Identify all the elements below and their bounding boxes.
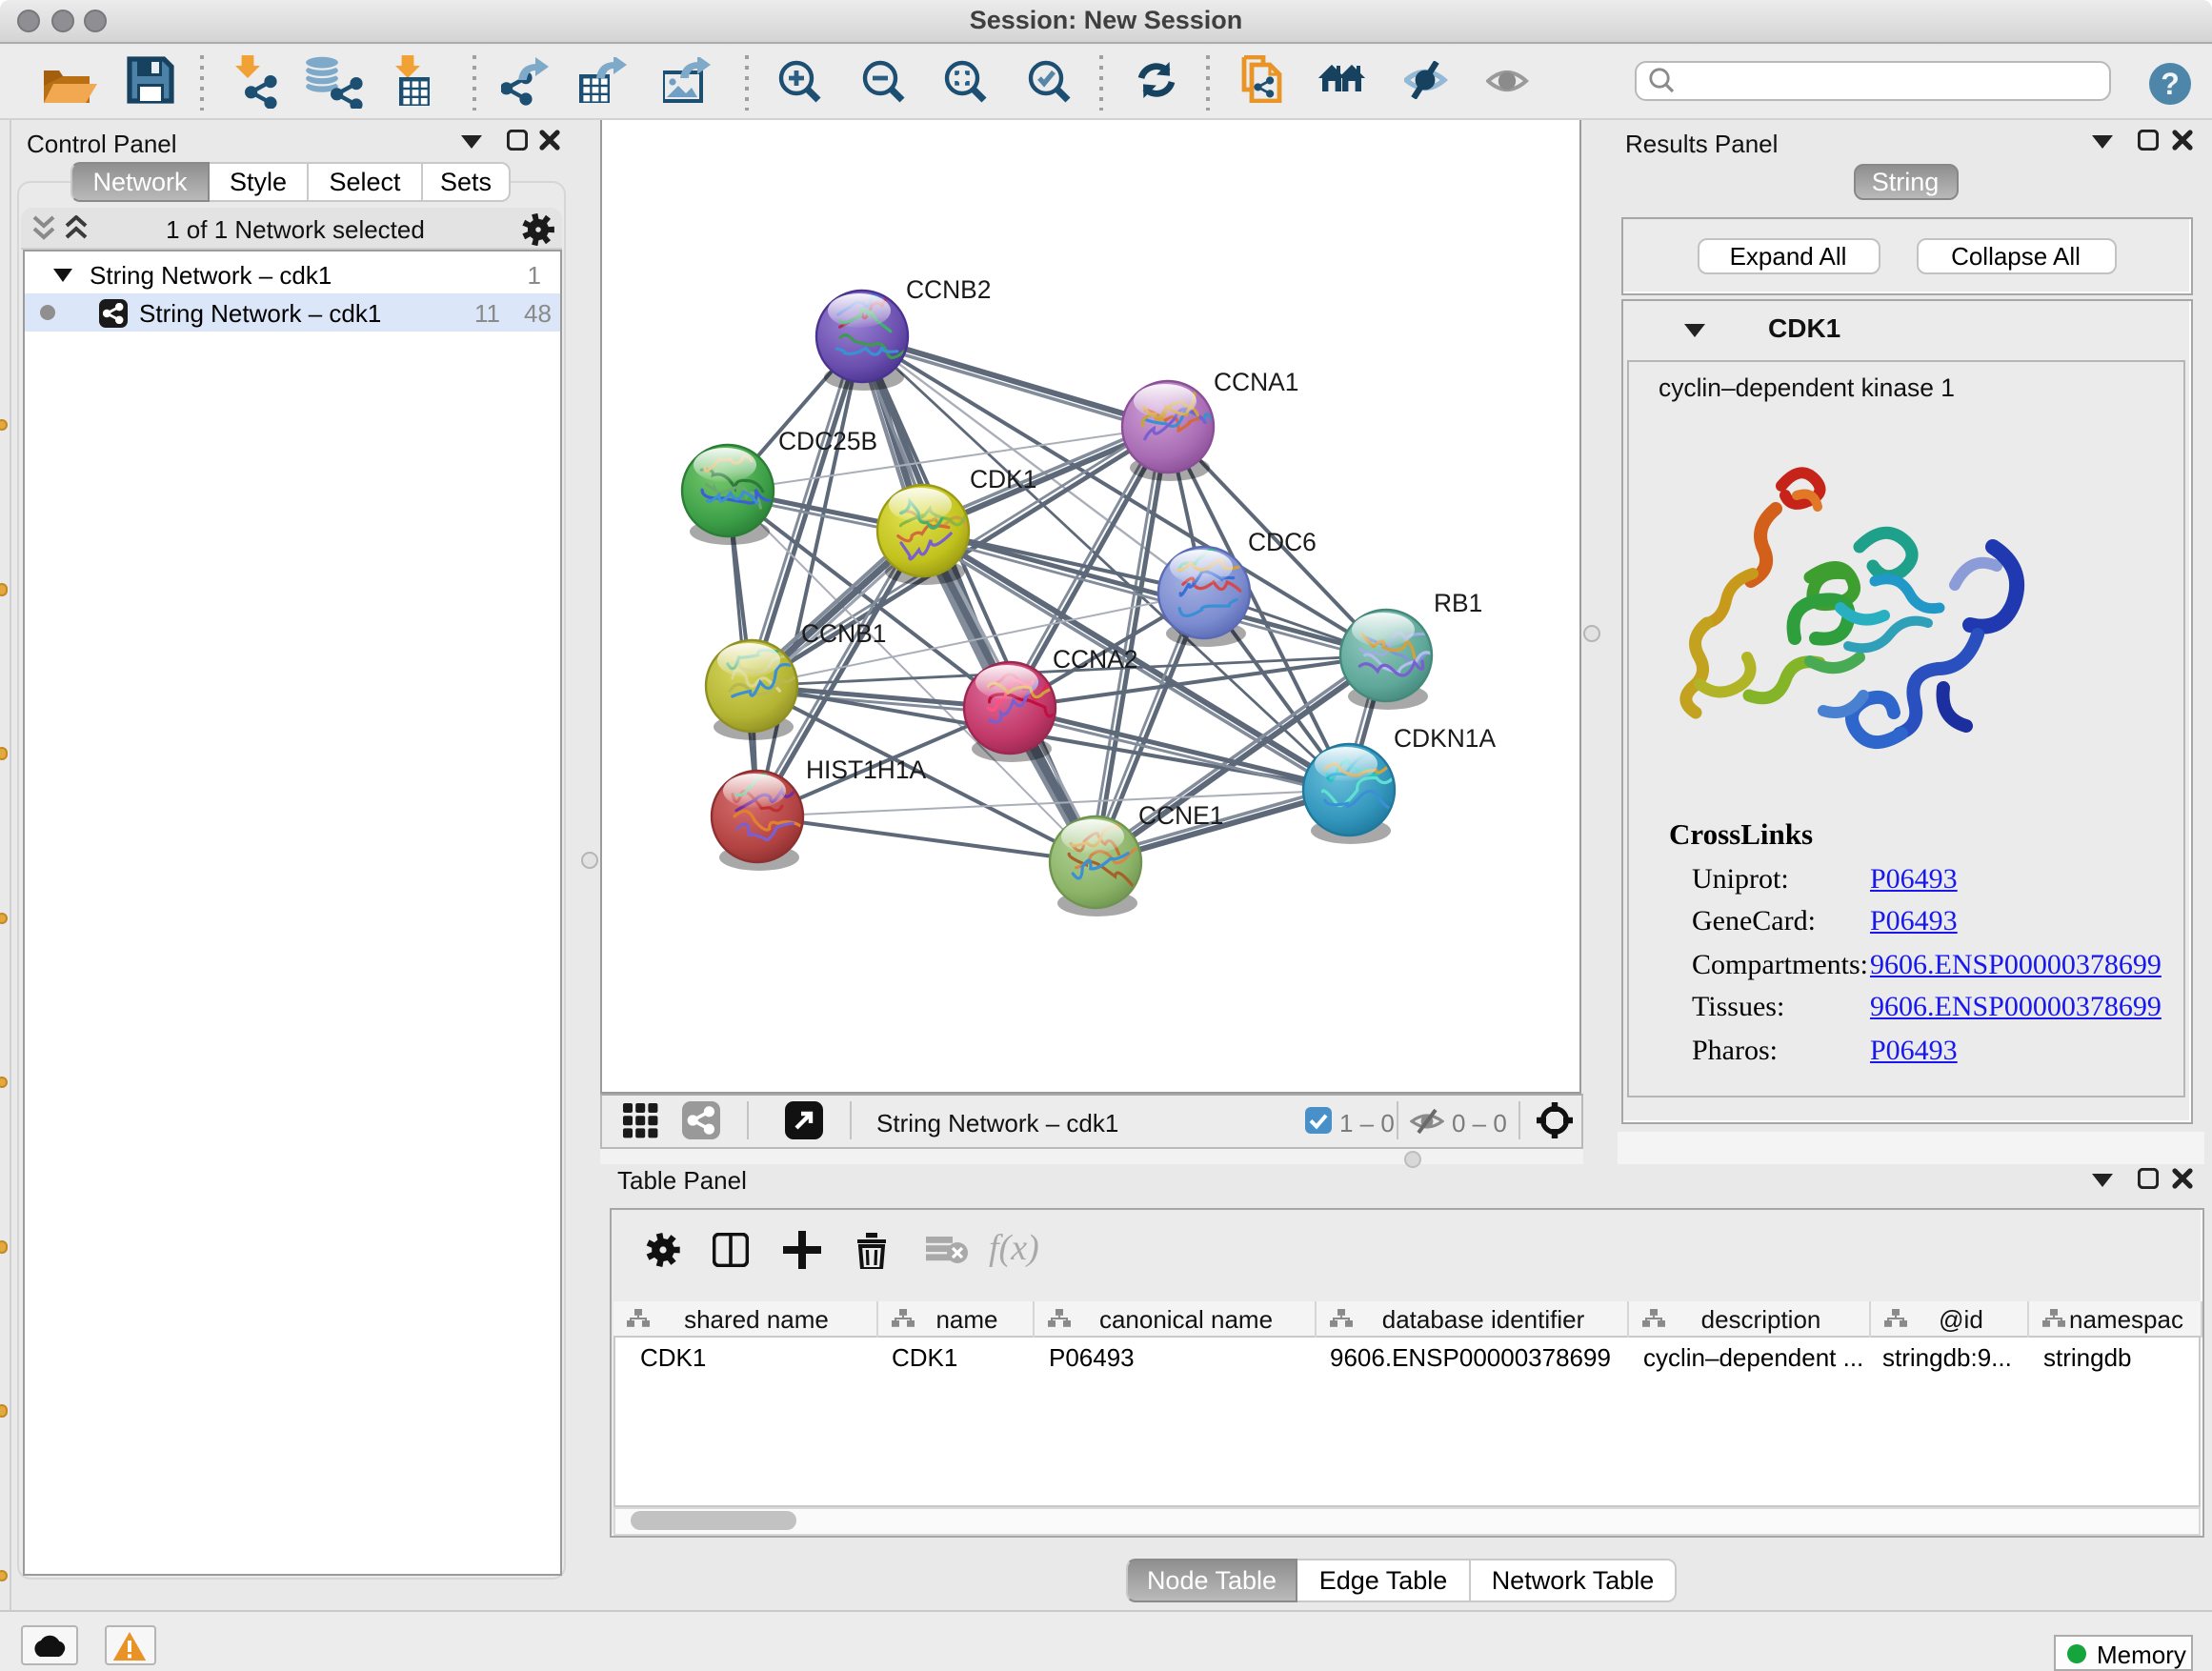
svg-text:CCNB2: CCNB2 <box>905 274 990 303</box>
svg-text:CDK1: CDK1 <box>969 464 1036 493</box>
svg-text:HIST1H1A: HIST1H1A <box>805 755 926 783</box>
svg-text:RB1: RB1 <box>1433 588 1481 616</box>
svg-text:CCNA1: CCNA1 <box>1213 367 1297 395</box>
svg-text:CCNA2: CCNA2 <box>1052 644 1136 673</box>
svg-text:CDKN1A: CDKN1A <box>1393 723 1495 752</box>
svg-text:CCNE1: CCNE1 <box>1137 800 1222 829</box>
svg-text:?: ? <box>2161 67 2180 101</box>
svg-text:CDC6: CDC6 <box>1247 527 1316 555</box>
svg-text:CDC25B: CDC25B <box>777 426 876 454</box>
svg-text:CCNB1: CCNB1 <box>800 618 885 647</box>
